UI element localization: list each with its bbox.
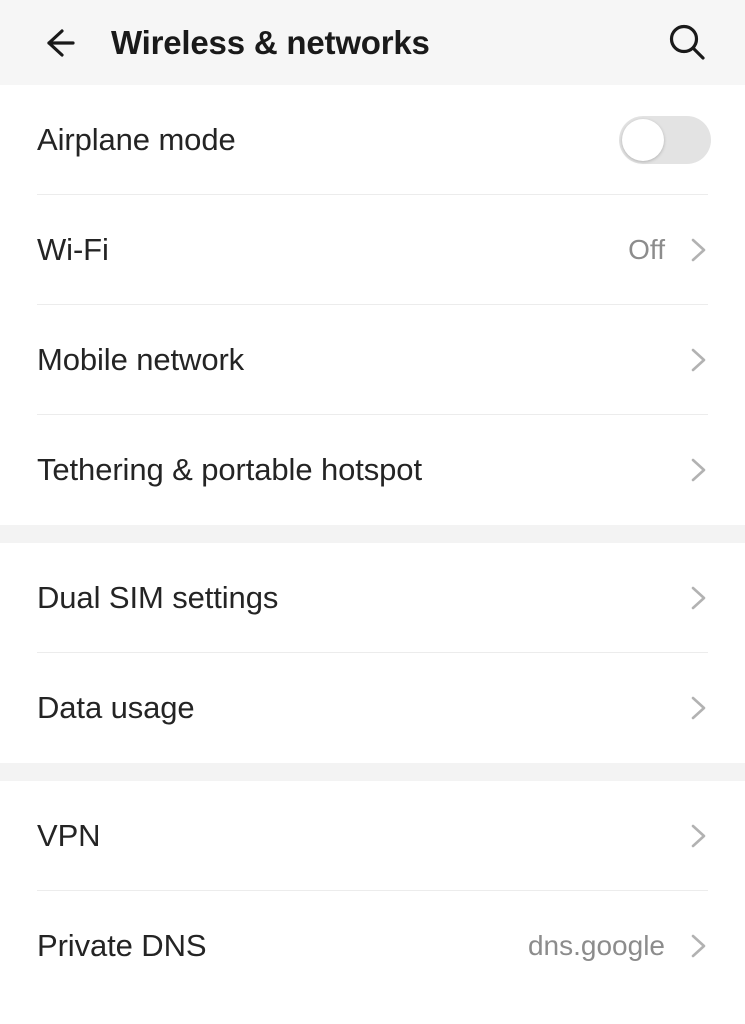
page-title: Wireless & networks — [111, 23, 430, 61]
search-icon — [669, 24, 705, 60]
row-label: Tethering & portable hotspot — [37, 452, 422, 487]
row-label: Dual SIM settings — [37, 580, 279, 615]
settings-row-data-usage[interactable]: Data usage — [0, 653, 745, 763]
settings-screen: Wireless & networks Airplane mode Wi-Fi Of… — [0, 0, 745, 1024]
row-label: VPN — [37, 818, 101, 853]
group-separator — [0, 525, 745, 543]
row-label: Wi-Fi — [37, 232, 109, 267]
row-label: Private DNS — [37, 928, 207, 963]
settings-list: Airplane mode Wi-Fi Off Mobile network Tethe… — [0, 85, 745, 1001]
chevron-right-icon — [691, 238, 706, 262]
row-label: Data usage — [37, 690, 195, 725]
chevron-right-icon — [691, 696, 706, 720]
settings-row-dual-sim-settings[interactable]: Dual SIM settings — [0, 543, 745, 653]
settings-group: Dual SIM settings Data usage — [0, 543, 745, 763]
row-value: dns.google — [527, 930, 665, 961]
app-bar: Wireless & networks — [0, 0, 745, 85]
row-value: Off — [628, 234, 665, 265]
settings-group: Airplane mode Wi-Fi Off Mobile network Tethe… — [0, 85, 745, 525]
settings-group: VPN Private DNS dns.google — [0, 781, 745, 1001]
chevron-right-icon — [691, 934, 706, 958]
row-label: Airplane mode — [37, 122, 236, 157]
chevron-right-icon — [691, 586, 706, 610]
back-button[interactable] — [30, 15, 86, 71]
chevron-right-icon — [691, 348, 706, 372]
group-separator — [0, 763, 745, 781]
arrow-left-icon — [47, 28, 75, 57]
settings-row-mobile-network[interactable]: Mobile network — [0, 305, 745, 415]
settings-row-tethering-and-portable-hotspot[interactable]: Tethering & portable hotspot — [0, 415, 745, 525]
settings-row-private-dns[interactable]: Private DNS dns.google — [0, 891, 745, 1001]
row-label: Mobile network — [37, 342, 245, 377]
settings-row-airplane-mode[interactable]: Airplane mode — [0, 85, 745, 195]
chevron-right-icon — [691, 824, 706, 848]
toggle-knob — [622, 119, 664, 161]
airplane-mode-toggle[interactable] — [619, 116, 711, 164]
search-button[interactable] — [659, 15, 715, 71]
chevron-right-icon — [691, 458, 706, 482]
settings-row-wi-fi[interactable]: Wi-Fi Off — [0, 195, 745, 305]
settings-row-vpn[interactable]: VPN — [0, 781, 745, 891]
